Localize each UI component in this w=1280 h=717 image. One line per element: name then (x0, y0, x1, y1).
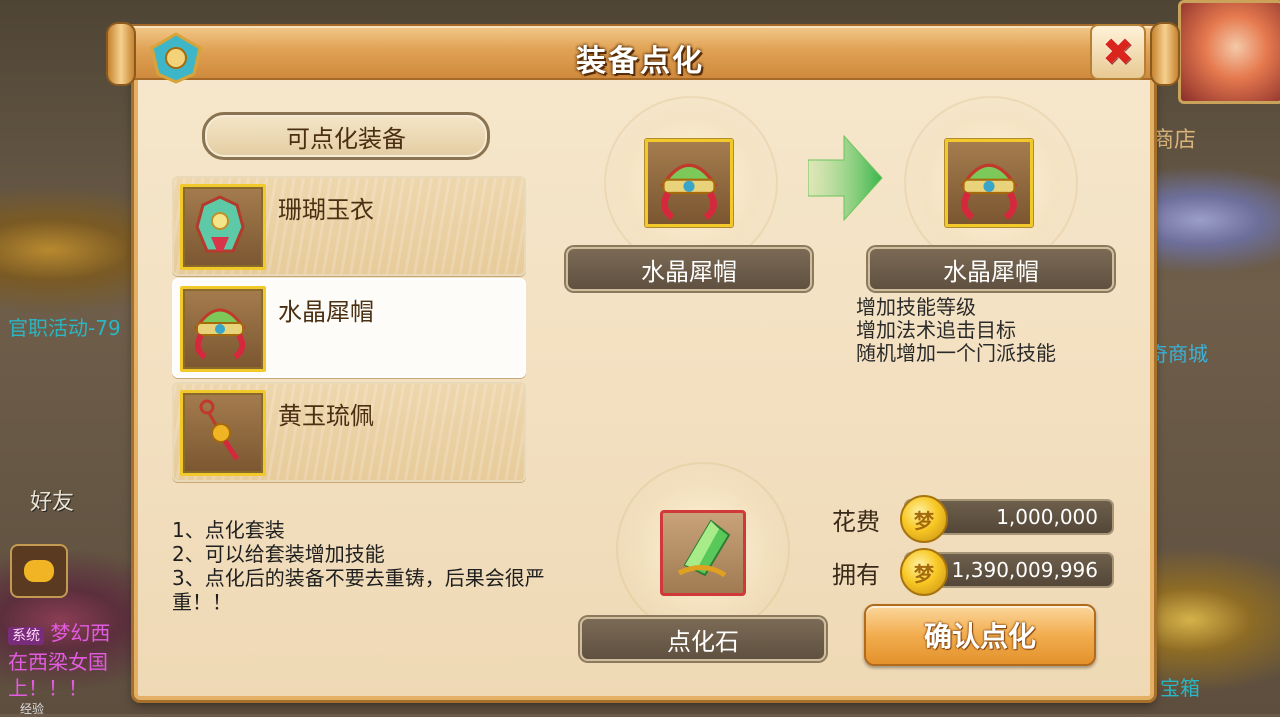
effect-list: 增加技能等级 增加法术追击目标 随机增加一个门派技能 (856, 296, 1056, 365)
material-name: 点化石 (580, 617, 826, 661)
source-item-slot[interactable] (645, 139, 733, 227)
cost-value-bar: 梦 1,000,000 (900, 495, 1114, 543)
chat-area: 系统 梦幻西 在西梁女国 上！！！ (8, 620, 110, 701)
pendant-icon (180, 390, 266, 476)
close-button[interactable]: ✖ (1090, 24, 1146, 80)
note-line: 3、点化后的装备不要去重铸，后果会很严重！！ (172, 566, 545, 614)
robe-icon (180, 184, 266, 270)
coin-glyph: 梦 (914, 508, 934, 533)
arrow-right-icon (807, 132, 884, 224)
coin-icon: 梦 (900, 548, 948, 596)
owned-value: 1,390,009,996 (951, 558, 1098, 582)
helmet-icon (180, 286, 266, 372)
note-line: 2、可以给套装增加技能 (172, 542, 385, 566)
refine-stone-icon (677, 519, 731, 578)
coin-icon: 梦 (900, 495, 948, 543)
list-item-label: 珊瑚玉衣 (278, 196, 374, 224)
list-item-label: 水晶犀帽 (278, 298, 374, 326)
shop-label[interactable]: 商店 (1152, 122, 1196, 154)
owned-label: 拥有 (832, 561, 880, 589)
close-icon: ✖ (1102, 30, 1134, 74)
equipment-list-header: 可点化装备 (202, 112, 490, 160)
source-item-name: 水晶犀帽 (566, 247, 812, 291)
system-tag: 系统 (8, 627, 44, 645)
list-item-coral-robe[interactable]: 珊瑚玉衣 (172, 176, 526, 276)
chest-label[interactable]: 宝箱 (1160, 672, 1200, 701)
result-item-name: 水晶犀帽 (868, 247, 1114, 291)
chat-line3: 上！！！ (8, 676, 88, 700)
list-item-topaz-pendant[interactable]: 黄玉琉佩 (172, 382, 526, 482)
exp-label: 经验 (20, 702, 45, 716)
helmet-icon (660, 163, 718, 221)
effect-line: 增加法术追击目标 (856, 318, 1016, 342)
cost-label: 花费 (832, 508, 880, 536)
result-item-slot[interactable] (945, 139, 1033, 227)
chat-line1: 梦幻西 (50, 621, 111, 645)
effect-line: 随机增加一个门派技能 (856, 341, 1056, 365)
material-slot[interactable] (660, 510, 746, 596)
helmet-icon (960, 163, 1018, 221)
note-line: 1、点化套装 (172, 518, 285, 542)
list-item-crystal-hat[interactable]: 水晶犀帽 (172, 278, 526, 378)
coin-glyph: 梦 (914, 561, 934, 586)
chat-icon[interactable] (10, 544, 68, 598)
owned-value-bar: 梦 1,390,009,996 (900, 548, 1114, 596)
confirm-refine-button[interactable]: 确认点化 (864, 604, 1096, 666)
refine-notes: 1、点化套装 2、可以给套装增加技能 3、点化后的装备不要去重铸，后果会很严重！… (172, 518, 562, 614)
effect-line: 增加技能等级 (856, 295, 976, 319)
cost-value: 1,000,000 (996, 505, 1098, 529)
list-item-label: 黄玉琉佩 (278, 402, 374, 430)
activity-text: 官职活动-79 (8, 316, 121, 340)
chat-line2: 在西梁女国 (8, 650, 108, 674)
mall-label[interactable]: 奇商城 (1148, 338, 1208, 367)
friend-label[interactable]: 好友 (30, 484, 74, 516)
dialog-title: 装备点化 (576, 44, 704, 79)
